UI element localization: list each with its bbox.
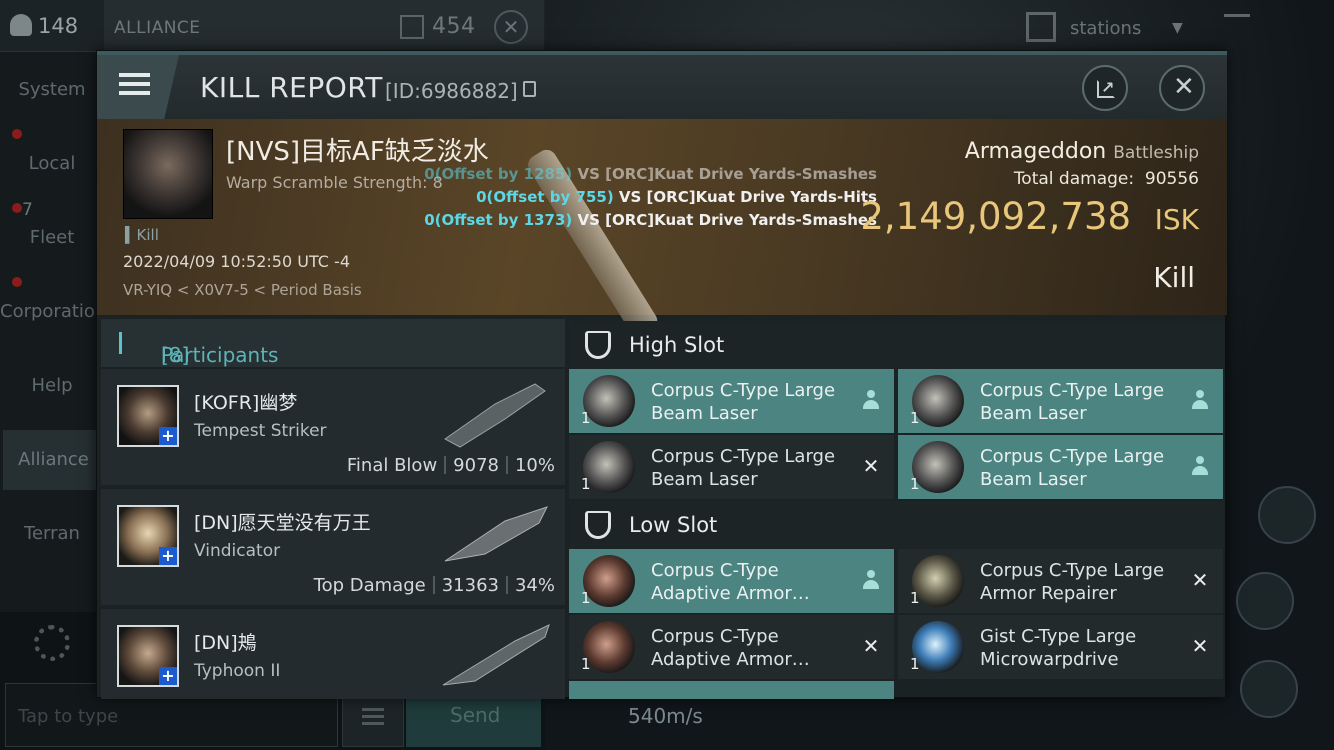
armor-hardener-icon bbox=[583, 555, 635, 607]
shield-icon bbox=[585, 331, 611, 359]
beam-laser-icon bbox=[583, 375, 635, 427]
channel-tab[interactable]: ALLIANCE 454 ✕ bbox=[104, 0, 544, 52]
ship-icon bbox=[444, 506, 548, 562]
participants-header: Participants [8] bbox=[101, 319, 565, 367]
add-contact-icon[interactable]: + bbox=[159, 667, 177, 685]
shield-icon bbox=[585, 511, 611, 539]
module-item[interactable]: 1 Corpus C-Type Large Beam Laser bbox=[569, 369, 894, 433]
participant-row[interactable]: + [DN]鴂 Typhoon II bbox=[101, 609, 565, 699]
speed-readout: 540m/s bbox=[628, 704, 703, 728]
beam-laser-icon bbox=[583, 441, 635, 493]
beam-laser-icon bbox=[912, 375, 964, 427]
isk-value: 2,149,092,738 ISK bbox=[860, 195, 1199, 238]
participant-stats: Final Blow 9078 10% bbox=[346, 455, 555, 476]
victim-ship[interactable]: Armageddon Battleship bbox=[965, 139, 1199, 164]
chevron-down-icon[interactable]: ▼ bbox=[1172, 20, 1183, 36]
stations-checkbox[interactable] bbox=[1026, 12, 1056, 42]
module-button[interactable] bbox=[1240, 660, 1298, 718]
module-item[interactable]: 1 Corpus C-Type Large Beam Laser ✕ bbox=[569, 435, 894, 499]
sidebar-item-local[interactable]: Local bbox=[0, 134, 104, 194]
gear-icon[interactable] bbox=[34, 625, 70, 661]
victim-banner: [NVS]目标AF缺乏淡水 Warp Scramble Strength: 8 … bbox=[97, 119, 1227, 341]
module-item[interactable]: 1 Gist C-Type Large Microwarpdrive ✕ bbox=[898, 615, 1223, 679]
destroyed-icon: ✕ bbox=[1191, 568, 1209, 592]
dropped-icon bbox=[860, 389, 882, 411]
microwarpdrive-icon bbox=[912, 621, 964, 673]
damage-line: 0(Offset by 1373) VS [ORC]Kuat Drive Yar… bbox=[424, 211, 877, 229]
kill-tag: ▍Kill bbox=[125, 226, 159, 244]
module-item[interactable]: 1 Corpus C-Type Adaptive Armor… ✕ bbox=[569, 615, 894, 679]
sidebar-item-corporation[interactable]: Corporation bbox=[0, 282, 106, 342]
destroyed-icon: ✕ bbox=[862, 454, 880, 478]
sidebar-item-terran[interactable]: Terran bbox=[0, 504, 104, 564]
kill-datetime: 2022/04/09 10:52:50 UTC -4 bbox=[123, 252, 351, 271]
sidebar-item-system[interactable]: System bbox=[0, 60, 104, 120]
share-icon[interactable]: ↗ bbox=[1082, 65, 1128, 111]
module-item[interactable]: 1 Corpus C-Type Large Armor Repairer ✕ bbox=[898, 549, 1223, 613]
high-slot-header: High Slot bbox=[569, 321, 1225, 369]
copy-icon[interactable] bbox=[523, 81, 536, 97]
result-label: Kill bbox=[1153, 261, 1195, 294]
beam-laser-icon bbox=[912, 441, 964, 493]
module-item[interactable]: 1 Corpus C-Type Large Beam Laser bbox=[898, 435, 1223, 499]
channel-count: 454 bbox=[432, 14, 476, 39]
armor-hardener-icon bbox=[583, 621, 635, 673]
menu-icon[interactable] bbox=[97, 55, 179, 119]
channel-title: ALLIANCE bbox=[114, 18, 201, 38]
armor-repairer-icon bbox=[912, 555, 964, 607]
overview-filter-label: stations bbox=[1070, 18, 1142, 39]
damage-line: 0(Offset by 755) VS [ORC]Kuat Drive Yard… bbox=[476, 188, 877, 206]
window-header: KILL REPORT [ID:6986882] ↗ ✕ bbox=[97, 51, 1227, 119]
participant-row[interactable]: + [KOFR]幽梦 Tempest Striker Final Blow 907… bbox=[101, 369, 565, 485]
ship-icon bbox=[444, 383, 546, 448]
total-damage: Total damage: 90556 bbox=[1013, 169, 1199, 189]
destroyed-icon: ✕ bbox=[862, 634, 880, 658]
dropped-icon bbox=[1189, 455, 1211, 477]
module-item[interactable]: 1 Corpus C-Type Adaptive Armor… bbox=[569, 549, 894, 613]
page-title: KILL REPORT bbox=[200, 71, 383, 104]
module-item[interactable]: 1 Corpus C-Type Large Beam Laser bbox=[898, 369, 1223, 433]
participant-row[interactable]: + [DN]愿天堂没有万王 Vindicator Top Damage 31363… bbox=[101, 489, 565, 605]
person-icon bbox=[10, 14, 32, 36]
destroyed-icon: ✕ bbox=[1191, 634, 1209, 658]
damage-line: 0(Offset by 1285) VS [ORC]Kuat Drive Yar… bbox=[424, 165, 877, 183]
channel-icon bbox=[400, 15, 424, 39]
add-contact-icon[interactable]: + bbox=[159, 427, 177, 445]
chat-sidebar: System Local 7 Fleet Corporation Help Al… bbox=[0, 52, 106, 612]
ship-icon bbox=[442, 624, 550, 686]
close-channel-icon[interactable]: ✕ bbox=[494, 10, 528, 44]
sidebar-item-help[interactable]: Help bbox=[0, 356, 104, 416]
module-button[interactable] bbox=[1236, 572, 1294, 630]
victim-avatar[interactable] bbox=[123, 129, 213, 219]
damage-feed: 0(Offset by 1285) VS [ORC]Kuat Drive Yar… bbox=[397, 163, 877, 232]
member-count[interactable]: 148 bbox=[10, 14, 78, 38]
dropped-icon bbox=[1189, 389, 1211, 411]
report-id: [ID:6986882] bbox=[385, 79, 518, 103]
kill-report-window: KILL REPORT [ID:6986882] ↗ ✕ [NVS]目标AF缺乏… bbox=[96, 50, 1227, 699]
filter-icon[interactable] bbox=[1224, 14, 1250, 40]
participant-stats: Top Damage 31363 34% bbox=[313, 575, 555, 596]
kill-location[interactable]: VR-YIQ < X0V7-5 < Period Basis bbox=[123, 281, 362, 299]
swap-icon[interactable] bbox=[1258, 486, 1316, 544]
sidebar-item-alliance[interactable]: Alliance bbox=[3, 430, 104, 490]
add-contact-icon[interactable]: + bbox=[159, 547, 177, 565]
module-item[interactable] bbox=[569, 681, 894, 699]
dropped-icon bbox=[860, 569, 882, 591]
low-slot-header: Low Slot bbox=[569, 501, 1225, 549]
sidebar-item-fleet[interactable]: Fleet bbox=[0, 208, 104, 268]
close-icon[interactable]: ✕ bbox=[1159, 65, 1205, 111]
